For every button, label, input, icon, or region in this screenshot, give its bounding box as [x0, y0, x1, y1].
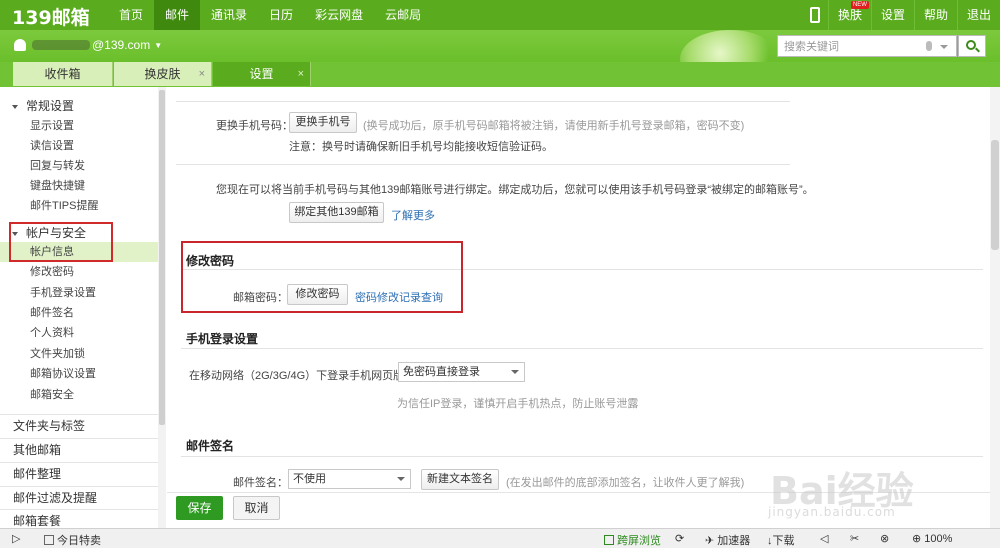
search-button[interactable]: [958, 35, 986, 57]
sidebar-item-password[interactable]: 修改密码: [0, 262, 158, 282]
bell-icon: [14, 39, 26, 51]
nav-mail[interactable]: 邮件: [154, 0, 201, 30]
sidebar-item-folder-lock[interactable]: 文件夹加锁: [0, 344, 158, 364]
signature-title: 邮件签名: [186, 439, 235, 453]
highlight-box-account: [9, 222, 113, 262]
sidebar-section-filter[interactable]: 邮件过滤及提醒: [0, 486, 158, 508]
account-switcher[interactable]: @139.com ▼: [14, 38, 162, 52]
tab-label: 收件箱: [44, 67, 81, 81]
tab-inbox[interactable]: 收件箱: [13, 62, 113, 86]
logout-link[interactable]: 退出: [956, 0, 1000, 30]
tab-bar: 收件箱 换皮肤 × 设置 ×: [0, 62, 1000, 87]
top-right-nav: 换肤 NEW 设置 帮助 退出: [802, 0, 1000, 30]
settings-link[interactable]: 设置: [870, 0, 914, 30]
sidebar-item-display[interactable]: 显示设置: [0, 116, 158, 136]
chevron-down-icon: ▼: [154, 40, 163, 50]
nav-calendar[interactable]: 日历: [258, 0, 304, 30]
split-screen-icon: [604, 535, 614, 545]
logo[interactable]: 139邮箱: [12, 3, 90, 30]
sidebar-item-reading[interactable]: 读信设置: [0, 136, 158, 156]
save-button[interactable]: 保存: [176, 496, 223, 520]
nav-cloud-post[interactable]: 云邮局: [374, 0, 432, 30]
refresh-icon[interactable]: ⟳: [675, 532, 684, 545]
tab-settings[interactable]: 设置 ×: [213, 62, 311, 86]
sidebar-item-signature[interactable]: 邮件签名: [0, 303, 158, 323]
nav-cloud-drive[interactable]: 彩云网盘: [304, 0, 374, 30]
help-link[interactable]: 帮助: [913, 0, 957, 30]
sidebar-section-organize[interactable]: 邮件整理: [0, 462, 158, 484]
sidebar-item-shortcuts[interactable]: 键盘快捷键: [0, 176, 158, 196]
tab-label: 设置: [249, 67, 274, 81]
signature-hint: (在发出邮件的底部添加签名，让收件人更了解我): [506, 477, 745, 489]
sidebar-group-general[interactable]: 常规设置: [12, 97, 74, 114]
signature-select[interactable]: 不使用: [288, 469, 411, 489]
chevron-down-icon[interactable]: [940, 45, 948, 49]
change-phone-note: 注意：换号时请确保新旧手机号均能接收短信验证码。: [289, 141, 553, 153]
mobile-login-title: 手机登录设置: [186, 332, 259, 346]
split-view[interactable]: 跨屏浏览: [604, 532, 661, 548]
download[interactable]: ↓下载: [767, 532, 795, 548]
chevron-down-icon: [511, 370, 519, 374]
skin-label: 换肤: [837, 8, 862, 22]
change-phone-hint: (换号成功后，原手机号码邮箱将被注销，请使用新手机号登录邮箱，密码不变): [363, 120, 745, 132]
nav-contacts[interactable]: 通讯录: [200, 0, 258, 30]
mobile-login-label: 在移动网络（2G/3G/4G）下登录手机网页版时：: [189, 370, 427, 382]
sound-icon[interactable]: ◁: [820, 532, 828, 545]
blurred-account-name: [32, 40, 90, 50]
accelerator[interactable]: ✈ 加速器: [705, 532, 750, 548]
main-scrollbar-thumb[interactable]: [991, 140, 999, 250]
highlight-box-password: [181, 241, 463, 313]
tab-change-skin[interactable]: 换皮肤 ×: [114, 62, 212, 86]
sidebar-section-other-mail[interactable]: 其他邮箱: [0, 438, 158, 460]
bind-account-text: 您现在可以将当前手机号码与其他139邮箱账号进行绑定。绑定成功后，您就可以使用该…: [216, 184, 814, 196]
chevron-down-icon: [397, 477, 405, 481]
microphone-icon[interactable]: [926, 41, 932, 51]
skin-link[interactable]: 换肤 NEW: [827, 0, 871, 30]
watermark-url: jingyan.baidu.com: [768, 505, 896, 519]
panel-toggle-icon[interactable]: ▷: [12, 532, 20, 545]
top-navigation-bar: 139邮箱 首页 邮件 通讯录 日历 彩云网盘 云邮局 换肤 NEW 设置 帮助…: [0, 0, 1000, 30]
sidebar-item-security[interactable]: 邮箱安全: [0, 385, 158, 405]
search-placeholder: 搜索关键词: [784, 41, 839, 53]
close-icon[interactable]: ×: [199, 62, 205, 86]
today-deals[interactable]: 今日特卖: [44, 532, 101, 548]
signature-selected: 不使用: [293, 473, 326, 485]
main-nav: 首页 邮件 通讯录 日历 彩云网盘 云邮局: [108, 0, 432, 30]
signature-label: 邮件签名：: [233, 477, 288, 489]
search-input[interactable]: 搜索关键词: [777, 35, 957, 57]
screenshot-icon[interactable]: ✂: [850, 532, 859, 545]
caret-down-icon: [12, 104, 18, 109]
mobile-phone-icon[interactable]: [809, 7, 820, 23]
sidebar-item-mobile-login[interactable]: 手机登录设置: [0, 283, 158, 303]
sidebar-item-protocol[interactable]: 邮箱协议设置: [0, 364, 158, 384]
zoom-icon: ⊕: [912, 533, 922, 545]
mobile-login-select[interactable]: 免密码直接登录: [398, 362, 525, 382]
learn-more-link[interactable]: 了解更多: [391, 207, 435, 223]
sidebar-item-tips[interactable]: 邮件TIPS提醒: [0, 196, 158, 216]
sidebar-item-reply[interactable]: 回复与转发: [0, 156, 158, 176]
nav-home[interactable]: 首页: [108, 0, 154, 30]
new-signature-button[interactable]: 新建文本签名: [421, 469, 499, 490]
browser-status-bar: ▷ 今日特卖 跨屏浏览 ⟳ ✈ 加速器 ↓下载 ◁ ✂ ⊗ ⊕ 100%: [0, 528, 1000, 548]
sidebar-item-profile[interactable]: 个人资料: [0, 323, 158, 343]
compat-icon[interactable]: ⊗: [880, 532, 889, 545]
mobile-login-selected: 免密码直接登录: [403, 366, 480, 378]
change-phone-label: 更换手机号码：: [216, 120, 293, 132]
cancel-button[interactable]: 取消: [233, 496, 280, 520]
gift-icon: [44, 535, 54, 545]
change-phone-button[interactable]: 更换手机号: [289, 112, 357, 133]
mobile-login-hint: 为信任IP登录，谨慎开启手机热点，防止账号泄露: [397, 398, 639, 410]
zoom-control[interactable]: ⊕ 100%: [912, 532, 952, 545]
sidebar-section-folders[interactable]: 文件夹与标签: [0, 414, 158, 436]
account-email-suffix: @139.com: [92, 38, 151, 52]
tab-label: 换皮肤: [144, 67, 181, 81]
rocket-icon: ✈: [705, 535, 715, 547]
sidebar-scrollbar-thumb[interactable]: [159, 90, 165, 425]
bind-account-button[interactable]: 绑定其他139邮箱: [289, 202, 384, 223]
new-badge: NEW: [850, 1, 869, 9]
close-icon[interactable]: ×: [298, 62, 304, 86]
